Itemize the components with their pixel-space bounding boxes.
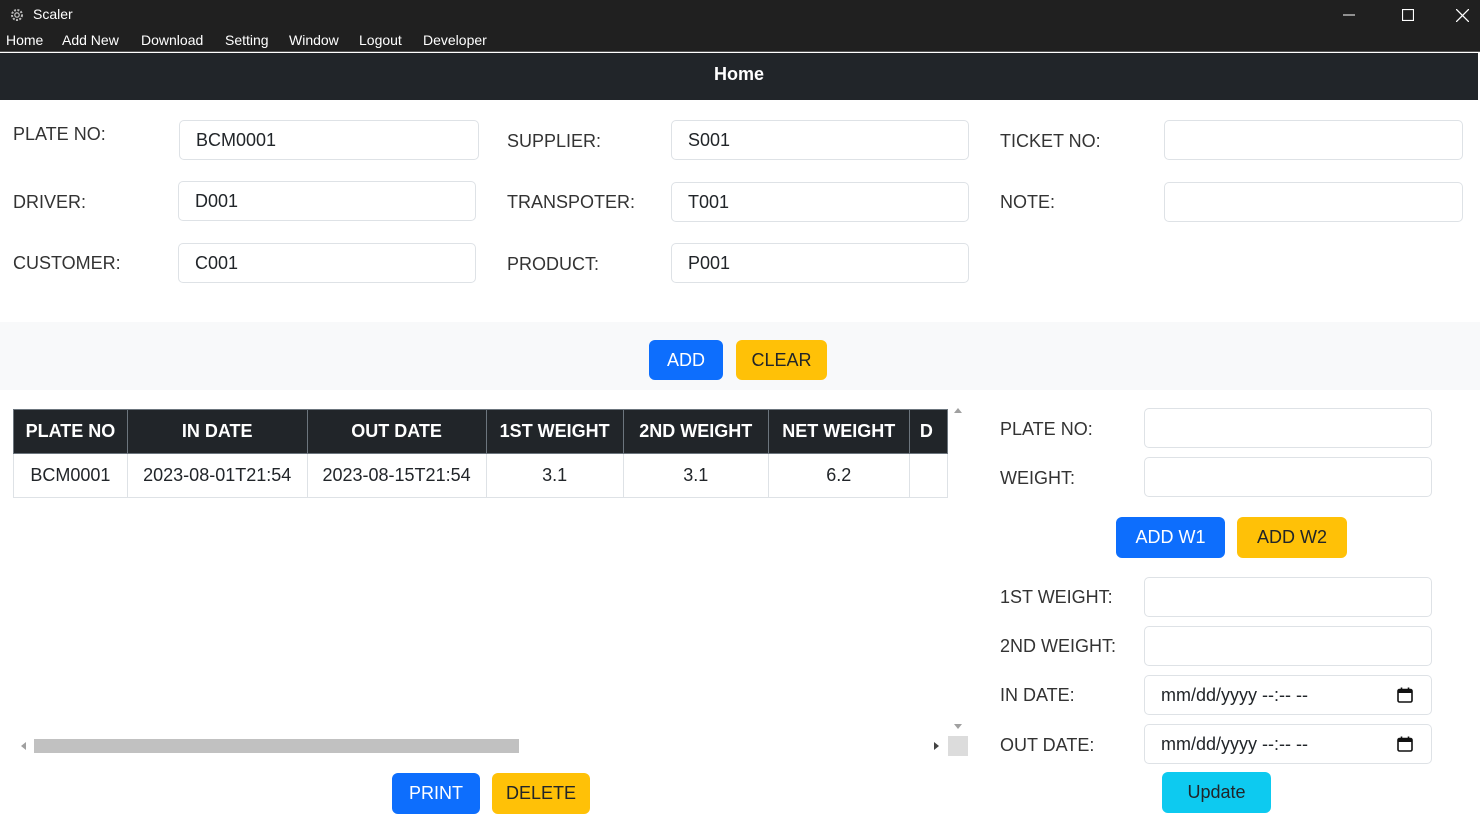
menu-home[interactable]: Home [6, 32, 43, 48]
out-date-input[interactable]: mm/dd/yyyy --:-- -- [1144, 724, 1432, 764]
add-w2-button[interactable]: ADD W2 [1237, 517, 1347, 558]
minimize-icon [1343, 14, 1355, 16]
menu-bar: Home Add New Download Setting Window Log… [0, 30, 1480, 52]
menu-developer[interactable]: Developer [423, 32, 487, 48]
plate-no-label: PLATE NO: [13, 124, 106, 144]
col-2nd-weight[interactable]: 2ND WEIGHT [622, 409, 769, 454]
note-input[interactable] [1164, 182, 1463, 222]
table-vertical-scrollbar[interactable] [948, 404, 968, 734]
update-button[interactable]: Update [1162, 772, 1271, 813]
window-title: Scaler [33, 6, 73, 22]
scroll-up-icon[interactable] [954, 408, 962, 413]
customer-label: CUSTOMER: [13, 253, 121, 273]
menu-logout[interactable]: Logout [359, 32, 402, 48]
out-date-label: OUT DATE: [1000, 735, 1095, 755]
scroll-corner [948, 736, 968, 756]
col-net-weight[interactable]: NET WEIGHT [767, 409, 910, 454]
maximize-icon [1402, 9, 1414, 21]
supplier-label: SUPPLIER: [507, 131, 602, 151]
calendar-icon[interactable] [1397, 687, 1413, 703]
cell-plate-no: BCM0001 [13, 453, 128, 498]
col-out-date[interactable]: OUT DATE [306, 409, 487, 454]
cell-in-date: 2023-08-01T21:54 [126, 453, 308, 498]
out-date-placeholder: mm/dd/yyyy --:-- -- [1161, 733, 1308, 754]
ticket-no-label: TICKET NO: [1000, 131, 1101, 151]
supplier-input[interactable]: S001 [671, 120, 969, 160]
cell-2nd-weight: 3.1 [622, 453, 769, 498]
maximize-button[interactable] [1385, 0, 1431, 30]
product-label: PRODUCT: [507, 254, 600, 274]
title-bar: Scaler [0, 0, 1480, 30]
driver-label: DRIVER: [13, 192, 87, 212]
scroll-thumb[interactable] [34, 739, 519, 753]
weigh-plate-no-label: PLATE NO: [1000, 419, 1093, 439]
close-icon [1455, 8, 1469, 22]
calendar-icon[interactable] [1397, 736, 1413, 752]
driver-input[interactable]: D001 [178, 181, 476, 221]
scroll-down-icon[interactable] [954, 724, 962, 729]
delete-button[interactable]: DELETE [492, 773, 590, 814]
note-label: NOTE: [1000, 192, 1056, 212]
menu-window[interactable]: Window [289, 32, 339, 48]
cell-1st-weight: 3.1 [485, 453, 624, 498]
transporter-input[interactable]: T001 [671, 182, 969, 222]
product-input[interactable]: P001 [671, 243, 969, 283]
cell-truncated [908, 453, 948, 498]
cell-out-date: 2023-08-15T21:54 [306, 453, 487, 498]
records-table-container: PLATE NO IN DATE OUT DATE 1ST WEIGHT 2ND… [13, 409, 948, 734]
first-weight-input[interactable] [1144, 577, 1432, 617]
add-w1-button[interactable]: ADD W1 [1116, 517, 1225, 558]
weigh-plate-no-input[interactable] [1144, 408, 1432, 448]
page-header: Home [0, 53, 1478, 100]
customer-input[interactable]: C001 [178, 243, 476, 283]
second-weight-input[interactable] [1144, 626, 1432, 666]
col-plate-no[interactable]: PLATE NO [13, 409, 128, 454]
entry-form: PLATE NO: BCM0001 SUPPLIER: S001 TICKET … [0, 100, 1478, 322]
first-weight-label: 1ST WEIGHT: [1000, 587, 1113, 607]
clear-button[interactable]: CLEAR [736, 340, 827, 380]
table-horizontal-scrollbar[interactable] [13, 736, 948, 756]
scroll-left-icon[interactable] [21, 742, 26, 750]
menu-setting[interactable]: Setting [225, 32, 269, 48]
print-button[interactable]: PRINT [392, 773, 480, 814]
cell-net-weight: 6.2 [767, 453, 910, 498]
transporter-label: TRANSPOTER: [507, 192, 636, 212]
gear-icon [11, 9, 23, 21]
add-button[interactable]: ADD [649, 340, 723, 380]
col-1st-weight[interactable]: 1ST WEIGHT [485, 409, 624, 454]
page-title: Home [713, 64, 764, 84]
in-date-placeholder: mm/dd/yyyy --:-- -- [1161, 684, 1308, 705]
records-table: PLATE NO IN DATE OUT DATE 1ST WEIGHT 2ND… [13, 409, 948, 498]
scroll-right-icon[interactable] [934, 742, 939, 750]
table-row[interactable]: BCM0001 2023-08-01T21:54 2023-08-15T21:5… [13, 453, 948, 498]
menu-add-new[interactable]: Add New [62, 32, 119, 48]
weight-input[interactable] [1144, 457, 1432, 497]
col-in-date[interactable]: IN DATE [126, 409, 308, 454]
close-button[interactable] [1444, 0, 1480, 30]
menu-download[interactable]: Download [141, 32, 203, 48]
col-truncated[interactable]: D [908, 409, 948, 454]
ticket-no-input[interactable] [1164, 120, 1463, 160]
table-header-row: PLATE NO IN DATE OUT DATE 1ST WEIGHT 2ND… [13, 409, 948, 454]
in-date-label: IN DATE: [1000, 685, 1075, 705]
plate-no-input[interactable]: BCM0001 [179, 120, 479, 160]
minimize-button[interactable] [1326, 0, 1372, 30]
in-date-input[interactable]: mm/dd/yyyy --:-- -- [1144, 675, 1432, 715]
second-weight-label: 2ND WEIGHT: [1000, 636, 1117, 656]
weight-label: WEIGHT: [1000, 468, 1075, 488]
